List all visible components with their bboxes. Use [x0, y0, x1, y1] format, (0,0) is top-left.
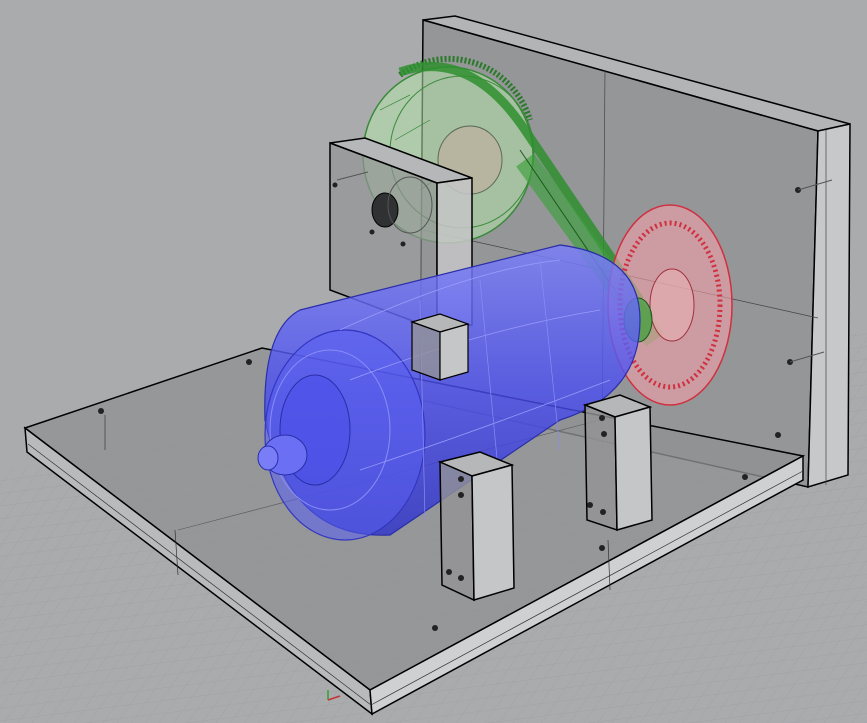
- motor-mount-rear[interactable]: [582, 394, 653, 532]
- motor-mount-front[interactable]: [437, 451, 515, 602]
- 3d-viewport[interactable]: [0, 0, 867, 723]
- model-canvas[interactable]: [0, 0, 867, 723]
- motor-top-clamp[interactable]: [410, 313, 470, 381]
